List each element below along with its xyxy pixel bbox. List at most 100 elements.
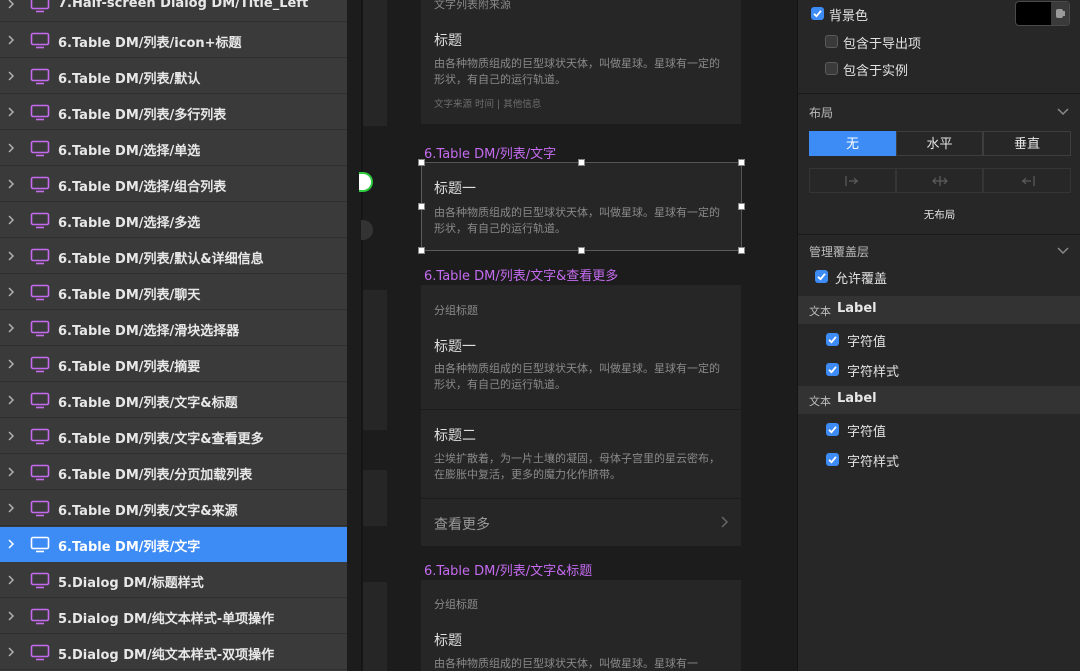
layer-name: 6.Table DM/选择/单选 — [58, 144, 201, 159]
layout-option-horizontal[interactable]: 水平 — [896, 131, 983, 156]
chevron-right-icon[interactable] — [5, 250, 17, 262]
align-right-icon — [1022, 175, 1035, 186]
allow-override-label: 允许覆盖 — [835, 272, 888, 287]
chevron-right-icon[interactable] — [5, 0, 17, 10]
override-group-name: Label — [837, 301, 877, 316]
chevron-right-icon[interactable] — [5, 214, 17, 226]
resize-handle[interactable] — [738, 203, 745, 210]
section-divider — [798, 93, 1080, 94]
chevron-right-icon — [721, 516, 728, 528]
override-string-style-checkbox[interactable] — [826, 363, 839, 376]
chevron-right-icon[interactable] — [5, 646, 17, 658]
color-swatch[interactable] — [1015, 1, 1070, 26]
resize-handle[interactable] — [418, 203, 425, 210]
layer-row[interactable]: 6.Table DM/列表/文字 — [0, 527, 347, 562]
background-color-checkbox[interactable] — [811, 7, 824, 20]
chevron-right-icon[interactable] — [5, 538, 17, 550]
override-string-value-checkbox[interactable] — [826, 423, 839, 436]
layer-row[interactable]: 6.Table DM/选择/多选 — [0, 203, 347, 238]
artboard-text-title[interactable]: 分组标题 标题 由各种物质组成的巨型球状天体，叫做星球。星球有一 — [421, 580, 741, 671]
layer-row[interactable]: 6.Table DM/列表/聊天 — [0, 275, 347, 310]
layer-row[interactable]: 6.Table DM/列表/默认&详细信息 — [0, 239, 347, 274]
override-string-style-checkbox[interactable] — [826, 453, 839, 466]
chevron-right-icon[interactable] — [5, 178, 17, 190]
toggle-switch-partial — [361, 220, 373, 240]
include-instance-checkbox[interactable] — [825, 62, 838, 75]
layer-row[interactable]: 6.Table DM/列表/文字&查看更多 — [0, 419, 347, 454]
layer-row[interactable]: 6.Table DM/选择/单选 — [0, 131, 347, 166]
align-center-button[interactable] — [896, 168, 983, 193]
include-export-checkbox[interactable] — [825, 35, 838, 48]
chevron-down-icon[interactable] — [1057, 247, 1069, 255]
align-right-button[interactable] — [983, 168, 1071, 193]
align-left-button[interactable] — [809, 168, 896, 193]
artboard-icon — [30, 500, 50, 517]
include-instance-label: 包含于实例 — [843, 64, 909, 79]
layout-option-vertical[interactable]: 垂直 — [983, 131, 1071, 156]
frame-label-text-more[interactable]: 6.Table DM/列表/文字&查看更多 — [424, 265, 618, 284]
align-left-icon — [844, 175, 858, 186]
inspector-panel: 背景色 包含于导出项 包含于实例 布局 无 水平 垂直 无布局 管理覆盖层 允许… — [797, 0, 1080, 671]
include-export-label: 包含于导出项 — [843, 37, 922, 52]
chevron-right-icon[interactable] — [5, 286, 17, 298]
chevron-right-icon[interactable] — [5, 502, 17, 514]
layer-row[interactable]: 6.Table DM/列表/文字&来源 — [0, 491, 347, 526]
layer-row[interactable]: 6.Table DM/列表/icon+标题 — [0, 23, 347, 58]
layer-row[interactable]: 7.Half-screen Dialog DM/Title_Left — [0, 0, 347, 22]
layer-row[interactable]: 5.Dialog DM/纯文本样式-双项操作 — [0, 635, 347, 670]
layer-row[interactable]: 6.Table DM/选择/滑块选择器 — [0, 311, 347, 346]
override-group-kind: 文本 — [809, 395, 831, 408]
layer-row[interactable]: 6.Table DM/列表/摘要 — [0, 347, 347, 382]
artboard-text-source[interactable]: 文字列表附来源 标题 由各种物质组成的巨型球状天体，叫做星球。星球有一定的形状，… — [421, 0, 741, 124]
override-group-kind: 文本 — [809, 305, 831, 318]
override-group-header: 文本 Label — [798, 296, 1080, 324]
resize-handle[interactable] — [738, 159, 745, 166]
layer-name: 6.Table DM/选择/滑块选择器 — [58, 324, 240, 339]
frame-label-text[interactable]: 6.Table DM/列表/文字 — [424, 143, 556, 162]
layer-row[interactable]: 6.Table DM/列表/多行列表 — [0, 95, 347, 130]
view-more-link: 查看更多 — [434, 517, 490, 533]
chevron-down-icon[interactable] — [1057, 108, 1069, 116]
allow-override-checkbox[interactable] — [815, 270, 828, 283]
chevron-right-icon[interactable] — [5, 394, 17, 406]
layer-row[interactable]: 6.Table DM/列表/分页加载列表 — [0, 455, 347, 490]
resize-handle[interactable] — [418, 247, 425, 254]
chevron-right-icon[interactable] — [5, 106, 17, 118]
chevron-right-icon[interactable] — [5, 142, 17, 154]
color-picker-button[interactable] — [1051, 2, 1069, 25]
resize-handle[interactable] — [578, 247, 585, 254]
override-string-value-checkbox[interactable] — [826, 333, 839, 346]
override-group-name: Label — [837, 391, 877, 406]
layer-name: 5.Dialog DM/标题样式 — [58, 576, 204, 591]
artboard-text-more[interactable]: 分组标题 标题一 由各种物质组成的巨型球状天体，叫做星球。星球有一定的形状，有自… — [421, 285, 741, 546]
layer-row[interactable]: 6.Table DM/列表/文字&标题 — [0, 383, 347, 418]
chevron-right-icon[interactable] — [5, 430, 17, 442]
artboard-icon — [30, 320, 50, 337]
chevron-right-icon[interactable] — [5, 466, 17, 478]
layer-name: 6.Table DM/列表/icon+标题 — [58, 36, 242, 51]
resize-handle[interactable] — [418, 159, 425, 166]
artboard-icon — [30, 572, 50, 589]
layer-row[interactable]: 6.Table DM/选择/组合列表 — [0, 167, 347, 202]
checkmark-icon — [828, 366, 837, 374]
color-well-icon — [1056, 9, 1065, 18]
artboard-icon — [30, 140, 50, 157]
override-string-style-label: 字符样式 — [847, 455, 900, 470]
chevron-right-icon[interactable] — [5, 358, 17, 370]
design-canvas[interactable]: 文字列表附来源 标题 由各种物质组成的巨型球状天体，叫做星球。星球有一定的形状，… — [347, 0, 797, 671]
layout-option-none[interactable]: 无 — [809, 131, 896, 156]
card-meta: 文字来源 时间 | 其他信息 — [434, 99, 542, 110]
frame-label-text-title[interactable]: 6.Table DM/列表/文字&标题 — [424, 560, 592, 579]
resize-handle[interactable] — [738, 247, 745, 254]
chevron-right-icon[interactable] — [5, 610, 17, 622]
row-divider — [421, 409, 741, 410]
layer-row[interactable]: 5.Dialog DM/标题样式 — [0, 563, 347, 598]
chevron-right-icon[interactable] — [5, 34, 17, 46]
layer-row[interactable]: 6.Table DM/列表/默认 — [0, 59, 347, 94]
chevron-right-icon[interactable] — [5, 70, 17, 82]
chevron-right-icon[interactable] — [5, 322, 17, 334]
resize-handle[interactable] — [578, 159, 585, 166]
layer-row[interactable]: 5.Dialog DM/纯文本样式-单项操作 — [0, 599, 347, 634]
chevron-right-icon[interactable] — [5, 574, 17, 586]
layout-status: 无布局 — [923, 209, 956, 221]
